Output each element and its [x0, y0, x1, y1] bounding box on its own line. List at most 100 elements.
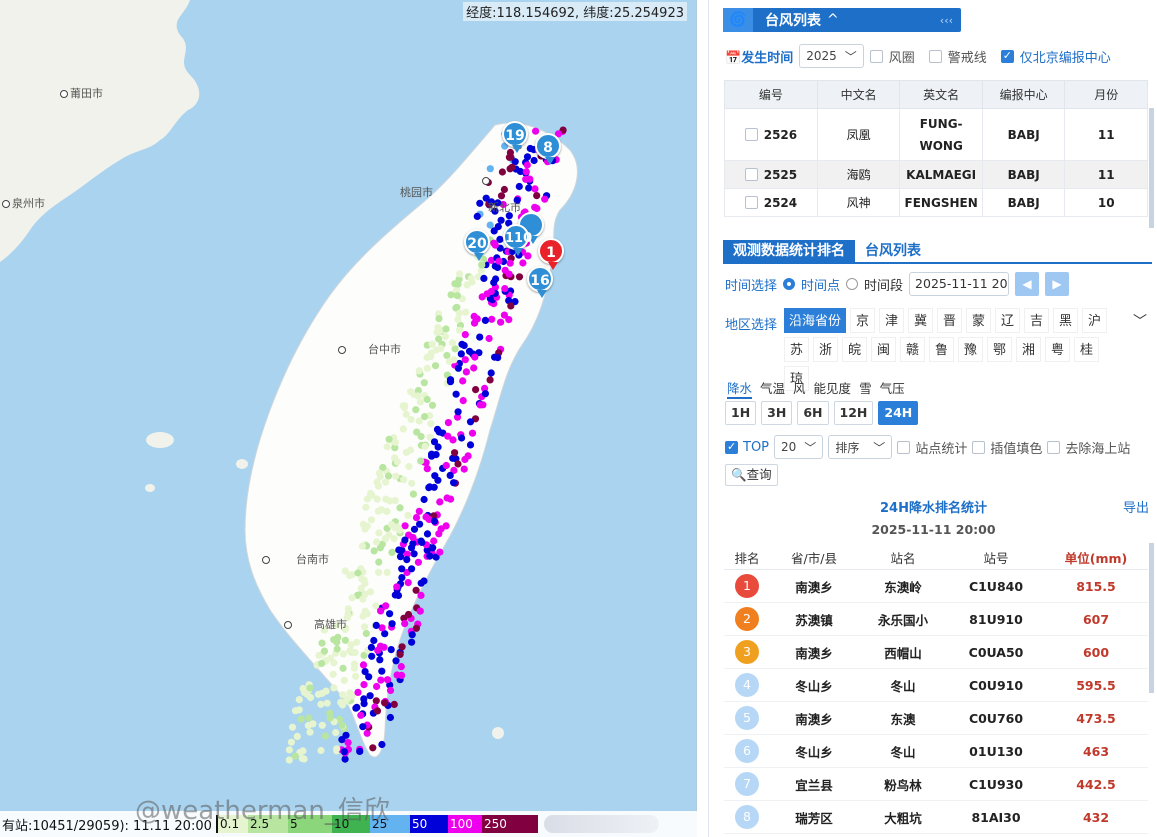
top-checkbox[interactable]: [725, 440, 738, 454]
variable-tab[interactable]: 气压: [880, 378, 905, 399]
time-input[interactable]: 2025-11-11 20: [909, 272, 1010, 296]
region-chip[interactable]: 皖: [842, 337, 867, 362]
rank-badge: 8: [735, 805, 759, 829]
region-chip[interactable]: 吉: [1024, 308, 1050, 333]
region-chip[interactable]: 湘: [1016, 337, 1041, 362]
collapse-panel-icon[interactable]: ‹‹‹: [940, 14, 953, 27]
small-island: [236, 459, 248, 469]
table-row[interactable]: 8 瑞芳区 大粗坑 81AI30 432: [724, 801, 1148, 834]
region-chip[interactable]: 蒙: [966, 308, 992, 333]
table-row[interactable]: 2525 海鸥 KALMAEGI BABJ 11: [724, 160, 1148, 189]
typhoon-list-header[interactable]: 🌀 台风列表 ^ ‹‹‹: [723, 8, 961, 32]
region-chip[interactable]: 豫: [958, 337, 983, 362]
table-row[interactable]: 7 宜兰县 粉鸟林 C1U930 442.5: [724, 768, 1148, 801]
city-tainan: 台南市: [262, 551, 329, 567]
row-checkbox[interactable]: [744, 127, 758, 141]
station-stat-checkbox[interactable]: [897, 440, 911, 454]
time-point-label: 时间点: [801, 278, 841, 294]
time-point-radio[interactable]: [783, 278, 796, 290]
variable-tab[interactable]: 雪: [859, 378, 872, 399]
variable-tab[interactable]: 能见度: [814, 378, 852, 399]
station-marker-20[interactable]: 20: [464, 229, 490, 261]
hour-buttons: 1H 3H 6H 12H 24H: [725, 401, 919, 425]
region-chip[interactable]: 津: [879, 308, 905, 333]
region-chip[interactable]: 赣: [900, 337, 925, 362]
region-chip[interactable]: 晋: [937, 308, 963, 333]
region-chip[interactable]: 桂: [1074, 337, 1099, 362]
region-chip[interactable]: 鄂: [987, 337, 1012, 362]
station-marker-16[interactable]: 16: [527, 266, 553, 298]
row-checkbox[interactable]: [744, 167, 758, 181]
city-quanzhou: 泉州市: [2, 195, 45, 211]
query-button[interactable]: 🔍查询: [725, 464, 778, 486]
wind-circle-checkbox[interactable]: [869, 49, 883, 63]
time-period-radio[interactable]: [846, 278, 859, 290]
warning-line-checkbox[interactable]: [928, 49, 942, 63]
hour-button[interactable]: 12H: [833, 401, 874, 425]
region-chip[interactable]: 苏: [784, 337, 809, 362]
next-time-button[interactable]: ▶: [1045, 272, 1070, 296]
export-link[interactable]: 导出: [1123, 497, 1149, 516]
tab-typhoon-list[interactable]: 台风列表: [855, 240, 931, 262]
legend-slider[interactable]: [544, 815, 659, 833]
watermark: @weatherman_信欣: [135, 796, 390, 826]
region-chip[interactable]: 沪: [1082, 308, 1108, 333]
col-center: 编报中心: [981, 80, 1066, 109]
remove-sea-checkbox[interactable]: [1047, 440, 1061, 454]
ranking-scrollbar[interactable]: [1149, 543, 1154, 693]
row-checkbox[interactable]: [744, 195, 758, 209]
region-select-label: 地区选择: [725, 318, 778, 333]
hour-button[interactable]: 24H: [878, 401, 919, 425]
tab-observation-ranking[interactable]: 观测数据统计排名: [723, 240, 855, 262]
year-select[interactable]: 2025 ﹀: [799, 44, 864, 68]
ranking-header: 排名 省/市/县 站名 站号 单位(mm): [724, 545, 1148, 570]
table-row[interactable]: 1 南澳乡 东澳岭 C1U840 815.5: [724, 570, 1148, 603]
station-marker-8[interactable]: 8: [535, 133, 561, 165]
table-row[interactable]: 2524 风神 FENGSHEN BABJ 10: [724, 188, 1148, 217]
top-count-select[interactable]: 20 ﹀: [774, 435, 824, 459]
table-row[interactable]: 3 南澳乡 西帽山 C0UA50 600: [724, 636, 1148, 669]
region-cell: 瑞芳区: [795, 810, 833, 826]
babj-only-checkbox[interactable]: [1000, 49, 1014, 63]
station-marker-110[interactable]: 110: [503, 224, 532, 256]
hour-button[interactable]: 3H: [761, 401, 793, 425]
region-chip[interactable]: 粤: [1045, 337, 1070, 362]
station-cell: 粉鸟林: [884, 777, 922, 793]
station-marker-19[interactable]: 19: [502, 121, 528, 153]
region-chip[interactable]: 沿海省份: [784, 308, 847, 333]
region-chip[interactable]: 闽: [871, 337, 896, 362]
region-chip[interactable]: 鲁: [929, 337, 954, 362]
interp-fill-checkbox[interactable]: [972, 440, 986, 454]
rank-badge: 1: [735, 574, 759, 598]
hour-button[interactable]: 1H: [725, 401, 757, 425]
table-row[interactable]: 4 冬山乡 冬山 C0U910 595.5: [724, 669, 1148, 702]
value-cell: 432: [1082, 809, 1110, 825]
search-icon: 🔍: [731, 467, 747, 482]
table-row[interactable]: 5 南澳乡 东澳 C0U760 473.5: [724, 702, 1148, 735]
expand-regions-icon[interactable]: ﹀: [1133, 311, 1147, 331]
region-chip[interactable]: 黑: [1053, 308, 1079, 333]
typhoon-table-scrollbar[interactable]: [1149, 108, 1154, 228]
table-row[interactable]: 2 苏澳镇 永乐国小 81U910 607: [724, 603, 1148, 636]
sort-select[interactable]: 排序 ﹀: [828, 435, 893, 459]
region-chip[interactable]: 冀: [908, 308, 934, 333]
variable-tab[interactable]: 风: [793, 378, 806, 399]
prev-time-button[interactable]: ◀: [1015, 272, 1040, 296]
interp-fill-label: 插值填色: [990, 441, 1043, 457]
map-view[interactable]: 经度:118.154692, 纬度:25.254923 莆田市 泉州市 桃园市 …: [0, 0, 697, 837]
collapse-caret-icon[interactable]: ^: [827, 12, 839, 28]
table-row[interactable]: 6 冬山乡 冬山 01U130 463: [724, 735, 1148, 768]
wind-circle-label: 风圈: [888, 50, 915, 66]
hour-button[interactable]: 6H: [797, 401, 829, 425]
region-chip[interactable]: 辽: [995, 308, 1021, 333]
table-row[interactable]: 2526 凤凰 FUNG-WONG BABJ 11: [724, 108, 1148, 161]
city-putian: 莆田市: [60, 85, 103, 101]
col-cn-name: 中文名: [816, 80, 901, 109]
variable-tab[interactable]: 降水: [727, 378, 753, 399]
variable-tab[interactable]: 气温: [760, 378, 785, 399]
code-cell: C0U910: [968, 677, 1024, 693]
col-id: 编号: [724, 80, 818, 109]
region-chip[interactable]: 京: [850, 308, 876, 333]
region-chip[interactable]: 浙: [813, 337, 838, 362]
station-marker-1[interactable]: 1: [538, 238, 564, 270]
